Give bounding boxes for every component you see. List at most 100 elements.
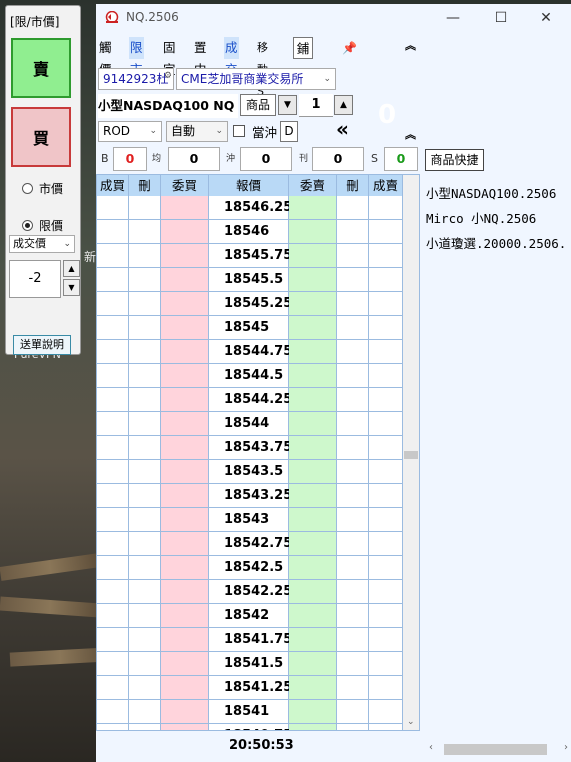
price-cell[interactable]: 18542: [209, 604, 289, 628]
decrement-icon[interactable]: ▼: [63, 279, 80, 296]
lots-input[interactable]: 1: [299, 94, 333, 117]
bid-cell[interactable]: [161, 652, 209, 676]
bid-cell[interactable]: [161, 244, 209, 268]
delete-buy-cell[interactable]: [129, 532, 161, 556]
delete-sell-cell[interactable]: [337, 532, 369, 556]
order-help-button[interactable]: 送單說明: [13, 335, 71, 355]
ask-cell[interactable]: [289, 604, 337, 628]
move-stop-tab[interactable]: 移動S: [257, 37, 268, 98]
bid-cell[interactable]: [161, 676, 209, 700]
filled-buy-cell[interactable]: [97, 508, 129, 532]
scroll-down-icon[interactable]: ⌄: [407, 717, 415, 727]
delete-sell-cell[interactable]: [337, 628, 369, 652]
filled-buy-cell[interactable]: [97, 316, 129, 340]
sell-button[interactable]: 賣: [11, 38, 71, 98]
ask-cell[interactable]: [289, 724, 337, 730]
delete-sell-cell[interactable]: [337, 364, 369, 388]
ask-cell[interactable]: [289, 676, 337, 700]
price-cell[interactable]: 18545.25: [209, 292, 292, 316]
filled-buy-cell[interactable]: [97, 412, 129, 436]
filled-buy-cell[interactable]: [97, 700, 129, 724]
price-cell[interactable]: 18544.5: [209, 364, 289, 388]
title-bar[interactable]: NQ.2506 — ☐ ✕: [96, 4, 571, 31]
filled-sell-cell[interactable]: [369, 292, 403, 316]
delete-buy-cell[interactable]: [129, 436, 161, 460]
delete-buy-cell[interactable]: [129, 268, 161, 292]
delete-sell-cell[interactable]: [337, 484, 369, 508]
filled-sell-cell[interactable]: [369, 436, 403, 460]
filled-sell-cell[interactable]: [369, 652, 403, 676]
filled-sell-cell[interactable]: [369, 316, 403, 340]
delete-buy-cell[interactable]: [129, 700, 161, 724]
filled-buy-cell[interactable]: [97, 196, 129, 220]
bid-cell[interactable]: [161, 412, 209, 436]
ask-cell[interactable]: [289, 388, 337, 412]
filled-buy-cell[interactable]: [97, 556, 129, 580]
filled-buy-cell[interactable]: [97, 676, 129, 700]
filled-sell-cell[interactable]: [369, 508, 403, 532]
delete-buy-cell[interactable]: [129, 484, 161, 508]
delete-buy-cell[interactable]: [129, 460, 161, 484]
ask-cell[interactable]: [289, 532, 337, 556]
delete-buy-cell[interactable]: [129, 676, 161, 700]
daytrade-checkbox[interactable]: [233, 125, 245, 137]
delete-buy-cell[interactable]: [129, 292, 161, 316]
ask-cell[interactable]: [289, 556, 337, 580]
lots-increment-icon[interactable]: ▲: [334, 95, 353, 115]
filled-buy-cell[interactable]: [97, 244, 129, 268]
delete-sell-cell[interactable]: [337, 700, 369, 724]
product-list-item[interactable]: 小道瓊選.20000.2506.: [426, 233, 566, 252]
ask-cell[interactable]: [289, 436, 337, 460]
bid-cell[interactable]: [161, 340, 209, 364]
delete-buy-cell[interactable]: [129, 508, 161, 532]
filled-buy-cell[interactable]: [97, 580, 129, 604]
filled-buy-cell[interactable]: [97, 340, 129, 364]
bid-cell[interactable]: [161, 580, 209, 604]
bid-cell[interactable]: [161, 388, 209, 412]
delete-sell-cell[interactable]: [337, 316, 369, 340]
quantity-stepper[interactable]: -2 ▲ ▼: [9, 260, 81, 298]
bid-cell[interactable]: [161, 196, 209, 220]
delete-buy-cell[interactable]: [129, 580, 161, 604]
filled-buy-cell[interactable]: [97, 436, 129, 460]
price-cell[interactable]: 18541: [209, 700, 289, 724]
delete-buy-cell[interactable]: [129, 244, 161, 268]
delete-sell-cell[interactable]: [337, 604, 369, 628]
delete-buy-cell[interactable]: [129, 388, 161, 412]
bid-cell[interactable]: [161, 268, 209, 292]
product-quick-button[interactable]: 商品快捷: [425, 149, 484, 171]
price-cell[interactable]: 18546: [209, 220, 289, 244]
market-radio[interactable]: 市價: [22, 180, 63, 197]
delete-buy-cell[interactable]: [129, 412, 161, 436]
price-cell[interactable]: 18543.25: [209, 484, 292, 508]
ask-cell[interactable]: [289, 628, 337, 652]
scroll-left-icon[interactable]: ‹: [429, 742, 433, 753]
d-button[interactable]: D: [280, 121, 298, 142]
bid-cell[interactable]: [161, 532, 209, 556]
price-cell[interactable]: 18540.75: [209, 724, 292, 730]
filled-sell-cell[interactable]: [369, 268, 403, 292]
delete-sell-cell[interactable]: [337, 724, 369, 730]
filled-sell-cell[interactable]: [369, 364, 403, 388]
ask-cell[interactable]: [289, 508, 337, 532]
delete-sell-cell[interactable]: [337, 268, 369, 292]
ask-cell[interactable]: [289, 412, 337, 436]
price-cell[interactable]: 18545.5: [209, 268, 289, 292]
filled-sell-cell[interactable]: [369, 388, 403, 412]
price-cell[interactable]: 18545: [209, 316, 289, 340]
price-cell[interactable]: 18541.75: [209, 628, 292, 652]
price-cell[interactable]: 18545.75: [209, 244, 292, 268]
price-cell[interactable]: 18542.75: [209, 532, 292, 556]
delete-sell-cell[interactable]: [337, 676, 369, 700]
delete-buy-cell[interactable]: [129, 364, 161, 388]
ask-cell[interactable]: [289, 220, 337, 244]
filled-sell-cell[interactable]: [369, 700, 403, 724]
bid-cell[interactable]: [161, 484, 209, 508]
mode-select[interactable]: 自動 ⌄: [166, 121, 228, 142]
delete-sell-cell[interactable]: [337, 580, 369, 604]
fixed-tab[interactable]: 固定: [163, 37, 176, 77]
filled-sell-cell[interactable]: [369, 340, 403, 364]
limit-market-tab[interactable]: 限市: [129, 37, 144, 77]
filled-sell-cell[interactable]: [369, 484, 403, 508]
maximize-icon[interactable]: ☐: [486, 7, 516, 29]
